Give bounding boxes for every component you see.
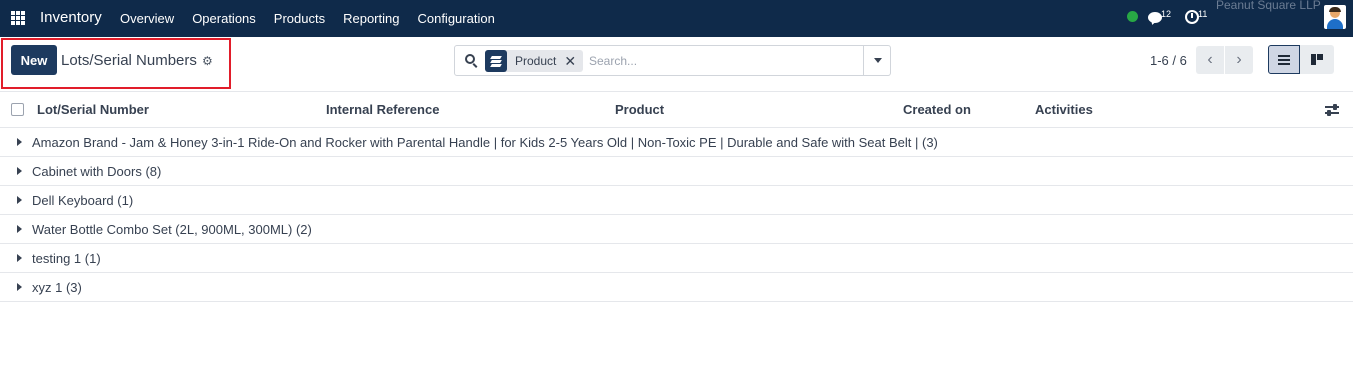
search-facet: Product ✕: [485, 50, 584, 72]
chevron-right-icon[interactable]: ›: [1225, 46, 1253, 74]
apps-icon[interactable]: [11, 11, 25, 25]
caret-right-icon: [17, 167, 22, 175]
page-title[interactable]: Lots/Serial Numbers: [61, 52, 197, 69]
chat-icon[interactable]: 12: [1148, 9, 1172, 27]
menu-item-reporting[interactable]: Reporting: [343, 11, 399, 26]
menu-item-operations[interactable]: Operations: [192, 11, 256, 26]
column-activities[interactable]: Activities: [1035, 102, 1093, 117]
group-label: Water Bottle Combo Set (2L, 900ML, 300ML…: [32, 222, 312, 237]
caret-right-icon: [17, 254, 22, 262]
group-row[interactable]: testing 1 (1): [0, 244, 1353, 273]
company-name[interactable]: Peanut Square LLP: [1216, 0, 1321, 12]
list-view-icon[interactable]: [1268, 45, 1300, 74]
group-row[interactable]: Amazon Brand - Jam & Honey 3-in-1 Ride-O…: [0, 128, 1353, 157]
search-icon: [465, 54, 478, 68]
column-product[interactable]: Product: [615, 102, 664, 117]
select-all-checkbox[interactable]: [11, 103, 24, 116]
group-row[interactable]: Water Bottle Combo Set (2L, 900ML, 300ML…: [0, 215, 1353, 244]
caret-right-icon: [17, 138, 22, 146]
group-row[interactable]: xyz 1 (3): [0, 273, 1353, 302]
gear-icon[interactable]: ⚙: [202, 55, 214, 67]
top-navbar: Inventory Overview Operations Products R…: [0, 0, 1353, 37]
caret-down-icon: [873, 58, 882, 63]
clock-icon[interactable]: 11: [1185, 9, 1211, 27]
column-settings-icon[interactable]: [1325, 103, 1339, 117]
chevron-left-icon[interactable]: ‹: [1196, 46, 1224, 74]
activities-count-badge: 11: [1198, 9, 1208, 19]
close-icon[interactable]: ✕: [564, 53, 583, 70]
group-row[interactable]: Cabinet with Doors (8): [0, 157, 1353, 186]
group-label: Amazon Brand - Jam & Honey 3-in-1 Ride-O…: [32, 135, 938, 150]
group-row[interactable]: Dell Keyboard (1): [0, 186, 1353, 215]
presence-status-icon: [1127, 11, 1138, 22]
caret-right-icon: [17, 283, 22, 291]
facet-label: Product: [515, 54, 557, 68]
column-internal-reference[interactable]: Internal Reference: [326, 102, 439, 117]
column-lot-serial-number[interactable]: Lot/Serial Number: [37, 102, 149, 117]
caret-right-icon: [17, 196, 22, 204]
search-input[interactable]: [589, 51, 859, 71]
caret-right-icon: [17, 225, 22, 233]
group-label: Dell Keyboard (1): [32, 193, 134, 208]
app-name[interactable]: Inventory: [40, 9, 102, 26]
group-label: xyz 1 (3): [32, 280, 82, 295]
new-button[interactable]: New: [11, 45, 57, 75]
table-header: Lot/Serial Number Internal Reference Pro…: [0, 91, 1353, 128]
search-bar: Product ✕: [454, 45, 891, 76]
avatar[interactable]: [1324, 5, 1346, 29]
column-created-on[interactable]: Created on: [903, 102, 971, 117]
menu-item-overview[interactable]: Overview: [120, 11, 174, 26]
layers-icon: [485, 50, 507, 72]
search-options-toggle[interactable]: [863, 46, 891, 75]
main-menu: Overview Operations Products Reporting C…: [120, 11, 495, 26]
menu-item-products[interactable]: Products: [274, 11, 325, 26]
kanban-view-icon[interactable]: [1300, 45, 1334, 74]
group-label: Cabinet with Doors (8): [32, 164, 162, 179]
group-label: testing 1 (1): [32, 251, 101, 266]
messages-count-badge: 12: [1161, 9, 1172, 19]
menu-item-configuration[interactable]: Configuration: [417, 11, 494, 26]
pager-value[interactable]: 1-6 / 6: [1150, 53, 1187, 68]
